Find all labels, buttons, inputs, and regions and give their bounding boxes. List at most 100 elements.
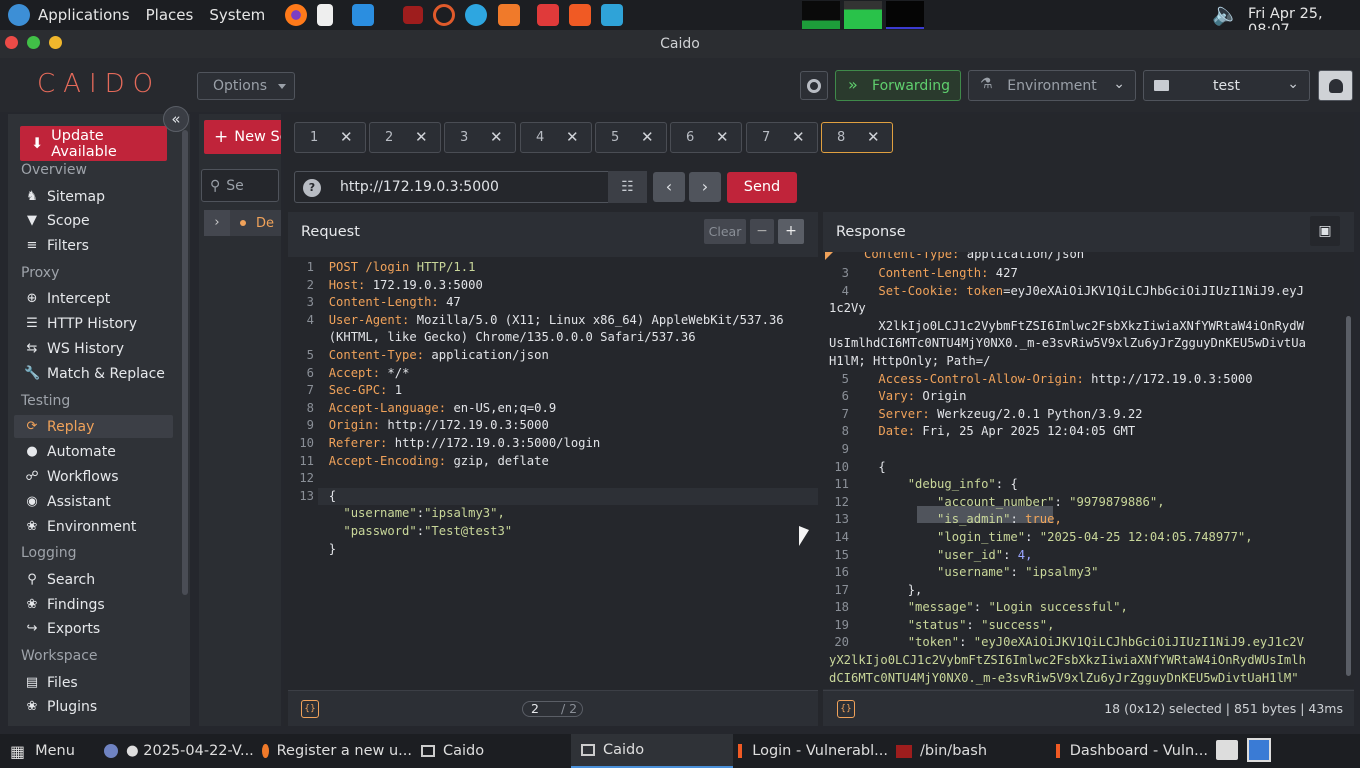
tab-1[interactable]: 1 ✕ [294, 122, 366, 153]
nav-environment[interactable]: ❀ Environment [14, 515, 173, 538]
close-icon[interactable]: ✕ [867, 128, 880, 146]
nav-search[interactable]: ⚲ Search [14, 568, 173, 591]
project-dropdown[interactable]: test ⌄ [1143, 70, 1310, 101]
nav-intercept[interactable]: ⊕ Intercept [14, 287, 173, 310]
tab-7[interactable]: 7 ✕ [746, 122, 818, 153]
back-button[interactable]: ‹ [653, 172, 685, 202]
code-line: 14 "login_time": "2025-04-25 12:04:05.74… [829, 529, 1307, 547]
clear-button[interactable]: Clear [704, 219, 746, 244]
image-preview-button[interactable]: ▣ [1310, 216, 1340, 246]
tab-6[interactable]: 6 ✕ [670, 122, 742, 153]
terminal-icon[interactable] [403, 6, 424, 24]
vscode-icon[interactable] [352, 4, 375, 26]
chevron-down-icon: ⌄ [1287, 76, 1299, 92]
applications-menu[interactable]: Applications [30, 6, 138, 24]
code-value: Origin [922, 389, 967, 404]
nav-ws-history[interactable]: ⇆ WS History [14, 337, 173, 360]
nav-match-replace[interactable]: 🔧 Match & Replace [14, 362, 173, 385]
user-avatar-button[interactable] [1318, 70, 1353, 101]
volume-icon[interactable]: 🔈 [1212, 2, 1239, 27]
browser-button[interactable] [800, 71, 828, 100]
tab-4[interactable]: 4 ✕ [520, 122, 592, 153]
collections-search[interactable]: ⚲ Se [201, 169, 279, 202]
page-selector[interactable]: 2 / 2 [522, 701, 583, 717]
minimize-window-button[interactable] [49, 36, 62, 49]
response-editor[interactable]: Content-Type: application/json 3 Content… [823, 252, 1354, 689]
plus-button[interactable]: + [778, 219, 804, 244]
pencil-app-icon[interactable] [498, 4, 521, 26]
new-session-button[interactable]: +New Se [204, 120, 281, 154]
nav-filters[interactable]: ≡ Filters [14, 234, 173, 257]
telegram-icon[interactable] [465, 4, 488, 26]
send-button[interactable]: Send [727, 172, 797, 203]
response-scrollbar[interactable] [1346, 316, 1351, 676]
tab-5[interactable]: 5 ✕ [595, 122, 667, 153]
burp-icon[interactable] [433, 4, 456, 26]
tab-2[interactable]: 2 ✕ [369, 122, 441, 153]
close-icon[interactable]: ✕ [490, 128, 503, 146]
code-key: Set-Cookie: [878, 283, 967, 298]
code-line: 19 "status": "success", [829, 617, 1307, 635]
code-value: : 4, [1003, 547, 1033, 562]
close-icon[interactable]: ✕ [340, 128, 353, 146]
code-value: http://172.19.0.3:5000 [387, 418, 549, 433]
text-editor-icon[interactable] [317, 4, 334, 26]
nav-workflows[interactable]: ☍ Workflows [14, 465, 173, 488]
taskbar-item-bash[interactable]: /bin/bash [896, 734, 987, 768]
close-window-button[interactable] [5, 36, 18, 49]
tab-8[interactable]: 8 ✕ [821, 122, 893, 153]
help-icon[interactable]: ? [303, 179, 321, 197]
taskbar-menu-button[interactable]: ▦ Menu [10, 734, 75, 768]
format-json-button[interactable]: {} [837, 700, 855, 718]
maximize-window-button[interactable] [27, 36, 40, 49]
environment-dropdown[interactable]: ⚗ Environment ⌄ [968, 70, 1136, 101]
close-icon[interactable]: ✕ [566, 128, 579, 146]
taskbar-item-vscode[interactable]: ● 2025-04-22-V... [104, 734, 254, 768]
taskbar-item-dashboard[interactable]: Dashboard - Vuln... [1056, 734, 1208, 768]
nav-files[interactable]: ▤ Files [14, 671, 173, 694]
brave-icon[interactable] [569, 4, 592, 26]
network-icon-button[interactable]: ☷ [608, 171, 647, 203]
system-menu[interactable]: System [201, 6, 273, 24]
keyboard-icon[interactable] [1216, 740, 1238, 760]
options-dropdown[interactable]: Options [197, 72, 295, 100]
close-icon[interactable]: ✕ [792, 128, 805, 146]
apps-logo-icon[interactable] [8, 4, 30, 26]
collapse-sidebar-button[interactable]: « [163, 106, 189, 132]
nav-findings[interactable]: ❀ Findings [14, 593, 173, 616]
request-code[interactable]: 1 POST /login HTTP/1.1 2 Host: 172.19.0.3… [294, 259, 799, 558]
response-code[interactable]: 3 Content-Length: 427 4 Set-Cookie: token… [829, 265, 1307, 689]
taskbar-item-caido-1[interactable]: Caido [421, 734, 484, 768]
collection-item[interactable]: › De [204, 210, 281, 236]
taskbar-item-caido-2[interactable]: Caido [571, 734, 733, 768]
format-json-button[interactable]: {} [301, 700, 319, 718]
forward-button[interactable]: › [689, 172, 721, 202]
close-icon[interactable]: ✕ [641, 128, 654, 146]
vivaldi-icon[interactable] [537, 4, 560, 26]
nav-replay[interactable]: ⟳ Replay [14, 415, 173, 438]
firefox-icon[interactable] [285, 4, 308, 26]
close-icon[interactable]: ✕ [415, 128, 428, 146]
content-type-line: Content-Type: application/json [864, 252, 1085, 261]
forwarding-button[interactable]: » Forwarding [835, 70, 961, 101]
chevron-right-icon[interactable]: › [204, 210, 230, 236]
minus-button[interactable]: − [750, 219, 774, 244]
nav-scope[interactable]: ▼ Scope [14, 209, 173, 232]
update-available-button[interactable]: ⬇ Update Available [20, 126, 167, 161]
files-icon[interactable] [601, 4, 624, 26]
tab-3[interactable]: 3 ✕ [444, 122, 516, 153]
nav-plugins[interactable]: ❀ Plugins [14, 695, 173, 718]
taskbar-item-login[interactable]: Login - Vulnerabl... [738, 734, 888, 768]
show-desktop-button[interactable] [1247, 738, 1271, 762]
nav-automate[interactable]: ● Automate [14, 440, 173, 463]
nav-sitemap[interactable]: ♞ Sitemap [14, 185, 173, 208]
url-input[interactable]: http://172.19.0.3:5000 [340, 179, 499, 195]
nav-assistant[interactable]: ◉ Assistant [14, 490, 173, 513]
window-icon [581, 744, 595, 756]
sidebar-scrollbar[interactable] [182, 130, 188, 595]
nav-exports[interactable]: ↪ Exports [14, 617, 173, 640]
close-icon[interactable]: ✕ [716, 128, 729, 146]
taskbar-item-register[interactable]: Register a new u... [262, 734, 412, 768]
nav-http-history[interactable]: ☰ HTTP History [14, 312, 173, 335]
places-menu[interactable]: Places [138, 6, 202, 24]
